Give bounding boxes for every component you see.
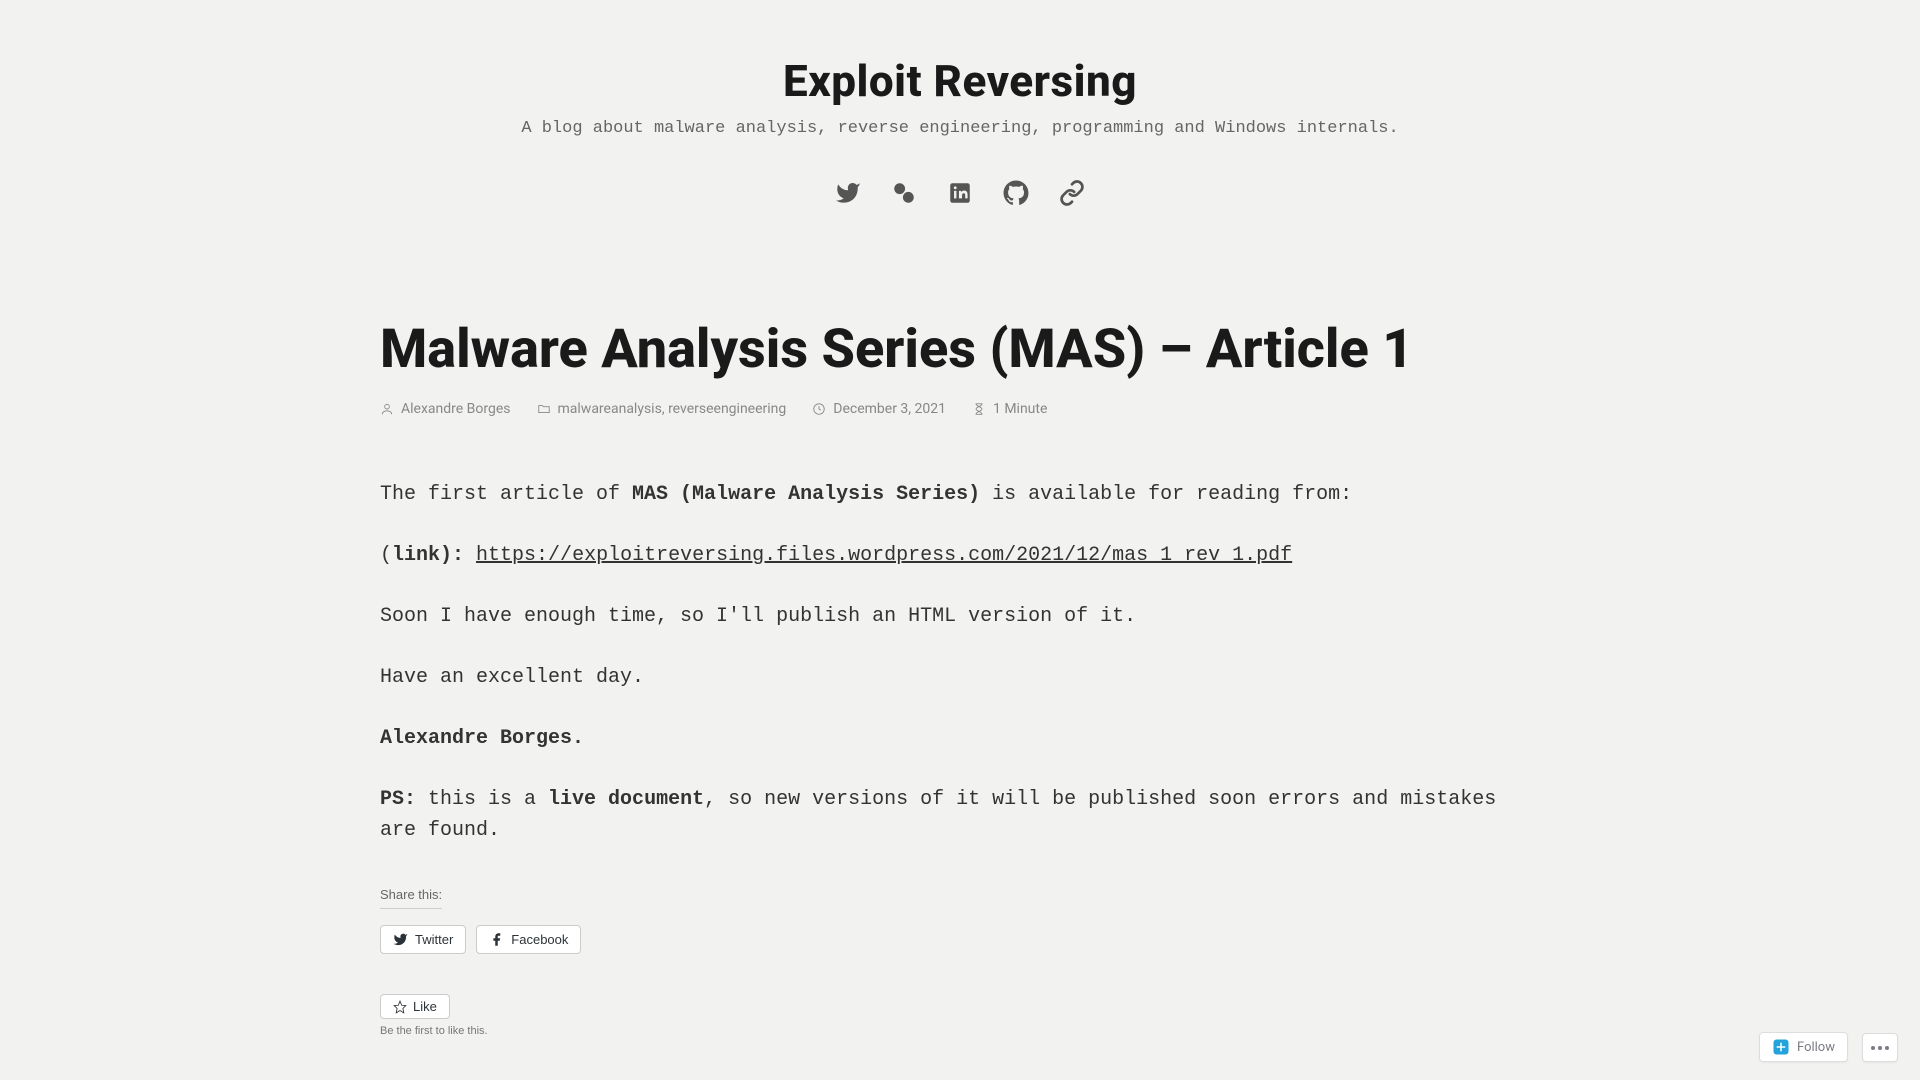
body-p4: Have an excellent day. bbox=[380, 662, 1540, 693]
github-icon[interactable] bbox=[1003, 180, 1029, 210]
article-title: Malware Analysis Series (MAS) – Article … bbox=[380, 320, 1540, 379]
article-meta-row: Alexandre Borges malwareanalysis, revers… bbox=[380, 401, 1540, 417]
share-twitter-button[interactable]: Twitter bbox=[380, 925, 466, 954]
user-icon bbox=[380, 402, 394, 416]
p5-bold: Alexandre Borges. bbox=[380, 727, 584, 750]
p2-space bbox=[464, 544, 476, 567]
author-link[interactable]: Alexandre Borges bbox=[401, 401, 511, 417]
meta-date: December 3, 2021 bbox=[812, 401, 946, 417]
like-block: Like Be the first to like this. bbox=[380, 994, 1540, 1037]
like-button[interactable]: Like bbox=[380, 994, 450, 1019]
tag-malwareanalysis[interactable]: malwareanalysis bbox=[558, 401, 662, 417]
share-label: Share this: bbox=[380, 887, 442, 909]
folder-icon bbox=[537, 402, 551, 416]
article-main: Malware Analysis Series (MAS) – Article … bbox=[360, 210, 1560, 1037]
readtime-text: 1 Minute bbox=[993, 401, 1047, 417]
body-p2: (link): https://exploitreversing.files.w… bbox=[380, 540, 1540, 571]
meta-tags: malwareanalysis, reverseengineering bbox=[537, 401, 787, 417]
more-actions-button[interactable] bbox=[1862, 1033, 1898, 1062]
site-title-link[interactable]: Exploit Reversing bbox=[0, 55, 1920, 107]
facebook-icon bbox=[489, 932, 504, 947]
date-link[interactable]: December 3, 2021 bbox=[833, 401, 946, 417]
social-links-row bbox=[0, 180, 1920, 210]
share-facebook-label: Facebook bbox=[511, 932, 568, 947]
hourglass-icon bbox=[972, 402, 986, 416]
body-p1: The first article of MAS (Malware Analys… bbox=[380, 479, 1540, 510]
twitter-icon bbox=[393, 932, 408, 947]
p1-text-c: is available for reading from: bbox=[980, 483, 1352, 506]
body-p5: Alexandre Borges. bbox=[380, 723, 1540, 754]
share-facebook-button[interactable]: Facebook bbox=[476, 925, 581, 954]
pdf-link[interactable]: https://exploitreversing.files.wordpress… bbox=[476, 544, 1292, 567]
p6-ps: PS: bbox=[380, 788, 416, 811]
site-header: Exploit Reversing A blog about malware a… bbox=[0, 0, 1920, 210]
follow-label: Follow bbox=[1797, 1040, 1835, 1055]
p6-b: this is a bbox=[416, 788, 548, 811]
link-icon[interactable] bbox=[1059, 180, 1085, 210]
article-body: The first article of MAS (Malware Analys… bbox=[380, 479, 1540, 846]
p2-paren: ( bbox=[380, 544, 392, 567]
site-tagline: A blog about malware analysis, reverse e… bbox=[0, 119, 1920, 138]
star-icon bbox=[393, 1000, 407, 1014]
p1-text-a: The first article of bbox=[380, 483, 632, 506]
p6-live: live document bbox=[548, 788, 704, 811]
meta-readtime: 1 Minute bbox=[972, 401, 1047, 417]
ellipsis-icon bbox=[1871, 1046, 1889, 1050]
tag-reverseengineering[interactable]: reverseengineering bbox=[668, 401, 786, 417]
p2-bold: link): bbox=[392, 544, 464, 567]
follow-plus-icon bbox=[1772, 1038, 1790, 1056]
slides-icon[interactable] bbox=[891, 180, 917, 210]
meta-author: Alexandre Borges bbox=[380, 401, 511, 417]
linkedin-icon[interactable] bbox=[947, 180, 973, 210]
body-p6: PS: this is a live document, so new vers… bbox=[380, 784, 1540, 846]
like-label: Like bbox=[413, 999, 437, 1014]
twitter-icon[interactable] bbox=[835, 180, 861, 210]
like-caption: Be the first to like this. bbox=[380, 1025, 1540, 1037]
body-p3: Soon I have enough time, so I'll publish… bbox=[380, 601, 1540, 632]
p1-bold: MAS (Malware Analysis Series) bbox=[632, 483, 980, 506]
follow-button[interactable]: Follow bbox=[1759, 1032, 1848, 1062]
share-twitter-label: Twitter bbox=[415, 932, 453, 947]
share-block: Share this: Twitter Facebook bbox=[380, 884, 1540, 954]
share-buttons-row: Twitter Facebook bbox=[380, 925, 1540, 954]
clock-icon bbox=[812, 402, 826, 416]
